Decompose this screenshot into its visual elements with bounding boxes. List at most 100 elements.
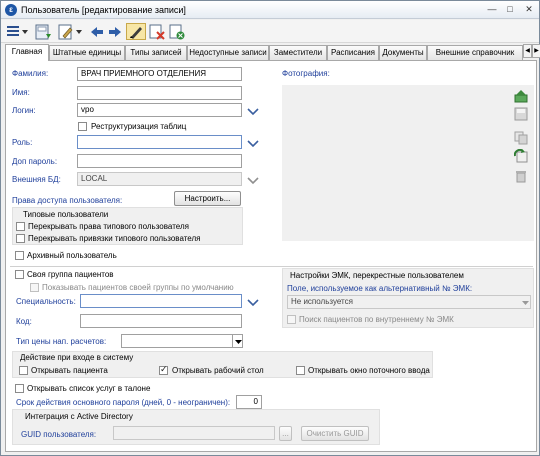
open-services-list-checkbox[interactable]	[15, 384, 24, 393]
pencil-mode-button[interactable]	[126, 23, 146, 40]
section-divider	[10, 266, 533, 267]
close-record-button[interactable]	[168, 23, 186, 40]
typical-users-group: Типовые пользователи Перекрывать права т…	[12, 207, 243, 245]
search-internal-emk-checkbox[interactable]	[287, 315, 296, 324]
dropdown-arrow-icon	[235, 340, 242, 344]
save-photo-icon[interactable]	[514, 107, 528, 121]
edit-icon	[58, 24, 82, 39]
role-label: Роль:	[12, 138, 33, 147]
open-services-list-label: Открывать список услуг в талоне	[27, 384, 151, 393]
back-arrow-icon	[91, 26, 103, 37]
external-db-label: Внешняя БД:	[12, 175, 61, 184]
previous-record-button[interactable]	[89, 23, 105, 40]
role-select-chevron-icon[interactable]	[246, 138, 260, 150]
close-window-button[interactable]: ✕	[522, 4, 536, 16]
login-action-header: Действие при входе в систему	[20, 353, 134, 362]
guid-input[interactable]	[113, 426, 275, 440]
tab-scroll-controls: ◀ ▶	[523, 44, 540, 59]
maximize-button[interactable]: □	[503, 4, 517, 16]
emk-field-dropdown-icon[interactable]	[521, 298, 530, 307]
open-desktop-label: Открывать рабочий стол	[172, 366, 264, 375]
password-validity-input[interactable]: 0	[236, 395, 262, 409]
main-tab-panel: Фамилия: ВРАЧ ПРИЕМНОГО ОТДЕЛЕНИЯ Имя: Л…	[5, 60, 537, 452]
price-type-dropdown-button[interactable]	[232, 335, 242, 347]
guid-label: GUID пользователя:	[21, 430, 97, 439]
archive-user-checkbox[interactable]	[15, 251, 24, 260]
active-directory-header: Интеграция с Active Directory	[25, 412, 133, 421]
emk-settings-header: Настройки ЭМК, перекрестные пользователе…	[290, 271, 464, 280]
photo-area[interactable]	[282, 85, 534, 241]
trash-photo-icon[interactable]	[514, 169, 528, 183]
own-patient-group-checkbox[interactable]	[15, 270, 24, 279]
override-rights-label: Перекрывать права типового пользователя	[28, 222, 189, 231]
emk-field-select[interactable]: Не используется	[287, 295, 531, 309]
surname-label: Фамилия:	[12, 69, 49, 78]
tab-bar: Главная Штатные единицы Типы записей Нед…	[5, 44, 540, 61]
login-expand-chevron-icon[interactable]	[246, 106, 260, 118]
forward-arrow-icon	[109, 26, 121, 37]
tab-documents[interactable]: Документы	[379, 45, 427, 60]
emk-settings-group: Настройки ЭМК, перекрестные пользователе…	[282, 268, 534, 328]
photo-label: Фотография:	[282, 69, 330, 78]
override-rights-checkbox[interactable]	[16, 222, 25, 231]
next-record-button[interactable]	[107, 23, 123, 40]
tab-staff-units[interactable]: Штатные единицы	[49, 45, 125, 60]
search-internal-emk-label: Поиск пациентов по внутреннему № ЭМК	[299, 315, 454, 324]
configure-rights-button[interactable]: Настроить...	[174, 191, 241, 206]
title-bar: ε Пользователь [редактирование записи] —…	[1, 1, 539, 19]
name-input[interactable]	[77, 86, 242, 100]
extra-password-label: Доп пароль:	[12, 157, 58, 166]
login-action-group: Действие при входе в систему Открывать п…	[12, 351, 433, 378]
edit-dropdown-button[interactable]	[57, 23, 85, 40]
tab-scroll-left-button[interactable]: ◀	[523, 44, 532, 58]
show-default-group-checkbox[interactable]	[30, 283, 39, 292]
specialty-input[interactable]	[80, 294, 242, 308]
code-input[interactable]	[80, 314, 242, 328]
restructure-tables-checkbox[interactable]	[78, 122, 87, 131]
emk-field-label: Поле, используемое как альтернативный № …	[287, 284, 473, 293]
tab-unavailable-records[interactable]: Недоступные записи	[187, 45, 269, 60]
password-validity-label: Срок действия основного пароля (дней, 0 …	[16, 398, 231, 407]
open-input-window-checkbox[interactable]	[296, 366, 305, 375]
override-bindings-label: Перекрывать привязки типового пользовате…	[28, 234, 201, 243]
override-bindings-checkbox[interactable]	[16, 234, 25, 243]
specialty-select-chevron-icon[interactable]	[246, 297, 260, 309]
save-icon	[35, 24, 51, 39]
surname-input[interactable]: ВРАЧ ПРИЕМНОГО ОТДЕЛЕНИЯ	[77, 67, 242, 81]
price-type-select[interactable]	[121, 334, 243, 348]
paste-photo-icon[interactable]	[514, 149, 528, 163]
guid-browse-button[interactable]: ...	[279, 426, 292, 441]
load-photo-icon[interactable]	[514, 89, 528, 103]
tab-main[interactable]: Главная	[5, 44, 49, 61]
tab-record-types[interactable]: Типы записей	[125, 45, 187, 60]
minimize-button[interactable]: —	[485, 4, 499, 16]
own-patient-group-label: Своя группа пациентов	[27, 270, 114, 279]
copy-photo-icon[interactable]	[514, 131, 528, 145]
external-db-input[interactable]: LOCAL	[77, 172, 242, 186]
clear-guid-button[interactable]: Очистить GUID	[301, 426, 369, 441]
show-default-group-label: Показывать пациентов своей группы по умо…	[42, 283, 234, 292]
save-record-button[interactable]	[33, 23, 55, 40]
role-input[interactable]	[77, 135, 242, 149]
app-logo-icon: ε	[5, 4, 17, 16]
tab-schedules[interactable]: Расписания	[327, 45, 379, 60]
external-db-chevron-icon[interactable]	[246, 175, 260, 187]
open-patient-checkbox[interactable]	[19, 366, 28, 375]
extra-password-input[interactable]	[77, 154, 242, 168]
typical-users-header: Типовые пользователи	[23, 210, 109, 219]
price-type-label: Тип цены нап. расчетов:	[16, 337, 107, 346]
tab-scroll-right-button[interactable]: ▶	[532, 44, 540, 58]
close-record-icon	[169, 24, 185, 39]
menu-dropdown-icon	[7, 26, 28, 36]
window-title: Пользователь [редактирование записи]	[21, 5, 186, 15]
restructure-tables-label: Реструктуризация таблиц	[91, 122, 187, 131]
open-input-window-label: Открывать окно поточного ввода	[308, 366, 430, 375]
tab-deputies[interactable]: Заместители	[269, 45, 327, 60]
user-edit-window: ε Пользователь [редактирование записи] —…	[0, 0, 540, 456]
delete-record-button[interactable]	[148, 23, 166, 40]
open-desktop-checkbox[interactable]	[159, 364, 168, 375]
login-input[interactable]: vpo	[77, 103, 242, 117]
tab-external-references[interactable]: Внешние справочник	[427, 45, 523, 60]
menu-dropdown-button[interactable]	[5, 23, 31, 40]
name-label: Имя:	[12, 88, 30, 97]
